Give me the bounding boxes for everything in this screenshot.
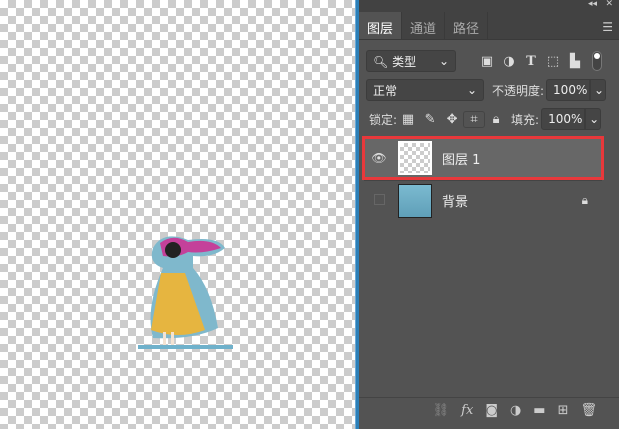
fill-label: 填充: (511, 112, 540, 127)
lock-all-icon[interactable]: 🔒︎ (485, 112, 507, 127)
lock-transparent-pixels-icon[interactable]: ▦ (397, 112, 419, 127)
canvas[interactable] (0, 0, 355, 429)
fill-input[interactable]: 100% (541, 108, 586, 130)
type-layer-filter-icon[interactable]: T (520, 54, 542, 69)
add-mask-icon[interactable]: ◙ (485, 403, 498, 418)
link-layers-icon[interactable]: ⛓︎ (433, 403, 450, 418)
filter-toggle[interactable] (592, 51, 602, 71)
panel-footer: ⛓︎ fx ◙ ◑ ▬ ⊞ 🗑︎ (359, 397, 619, 423)
new-layer-icon[interactable]: ⊞ (558, 403, 569, 418)
chevron-down-icon: ⌄ (438, 54, 449, 68)
opacity-dropdown[interactable]: ⌄ (590, 79, 607, 101)
lock-image-pixels-icon[interactable]: ✎ (419, 112, 441, 127)
blend-mode-value: 正常 (373, 83, 398, 98)
search-icon: 🔍︎ (373, 54, 389, 69)
pixel-layer-filter-icon[interactable]: ▣ (476, 54, 498, 69)
opacity-input[interactable]: 100% (546, 79, 591, 101)
girl-artwork (138, 236, 233, 349)
smart-object-filter-icon[interactable]: ▙ (564, 54, 586, 69)
lock-artboard-icon[interactable]: ⌗ (463, 110, 486, 128)
blend-mode-select[interactable]: 正常 ⌄ (366, 79, 484, 101)
close-icon[interactable]: ✕ (605, 0, 613, 9)
layer-style-fx-icon[interactable]: fx (461, 403, 473, 418)
chevron-down-icon: ⌄ (466, 83, 477, 97)
layers-panel: ◂◂ ✕ 图层 通道 路径 ☰ 🔍︎ 类型 ⌄ ▣ ◑ T ⬚ ▙ 正常 ⌄ 不透明度… (359, 0, 619, 429)
filter-type-select[interactable]: 🔍︎ 类型 ⌄ (366, 50, 456, 72)
panel-menu-icon[interactable]: ☰ (602, 20, 613, 34)
new-group-folder-icon[interactable]: ▬ (533, 403, 545, 418)
lock-label: 锁定: (369, 112, 398, 127)
layer-name[interactable]: 背景 (442, 191, 468, 210)
fill-dropdown[interactable]: ⌄ (585, 108, 602, 130)
layer-row-layer1[interactable]: 👁︎ 图层 1 (362, 136, 604, 180)
fill-value: 100% (548, 112, 583, 126)
opacity-value: 100% (553, 83, 588, 97)
tab-channels[interactable]: 通道 (402, 12, 446, 39)
lock-position-icon[interactable]: ✥ (441, 112, 463, 127)
layer-name[interactable]: 图层 1 (442, 149, 480, 168)
delete-layer-trash-icon[interactable]: 🗑︎ (580, 403, 597, 418)
adjustment-layer-filter-icon[interactable]: ◑ (498, 54, 520, 69)
layer-thumbnail (398, 183, 432, 218)
panel-tabs: 图层 通道 路径 ☰ (359, 12, 619, 40)
opacity-label: 不透明度: (492, 83, 545, 98)
layer-row-background[interactable]: 背景 🔒︎ (364, 180, 602, 220)
visibility-eye-icon[interactable]: 👁︎ (364, 151, 394, 165)
tab-layers[interactable]: 图层 (359, 12, 403, 39)
tab-paths[interactable]: 路径 (445, 12, 489, 39)
layer-lock-icon: 🔒︎ (581, 193, 588, 207)
filter-label: 类型 (392, 54, 417, 69)
shape-layer-filter-icon[interactable]: ⬚ (542, 54, 564, 69)
layer-thumbnail (398, 141, 432, 175)
visibility-toggle-empty[interactable] (364, 193, 394, 208)
collapse-icon[interactable]: ◂◂ (588, 0, 597, 9)
new-adjustment-layer-icon[interactable]: ◑ (510, 403, 521, 418)
